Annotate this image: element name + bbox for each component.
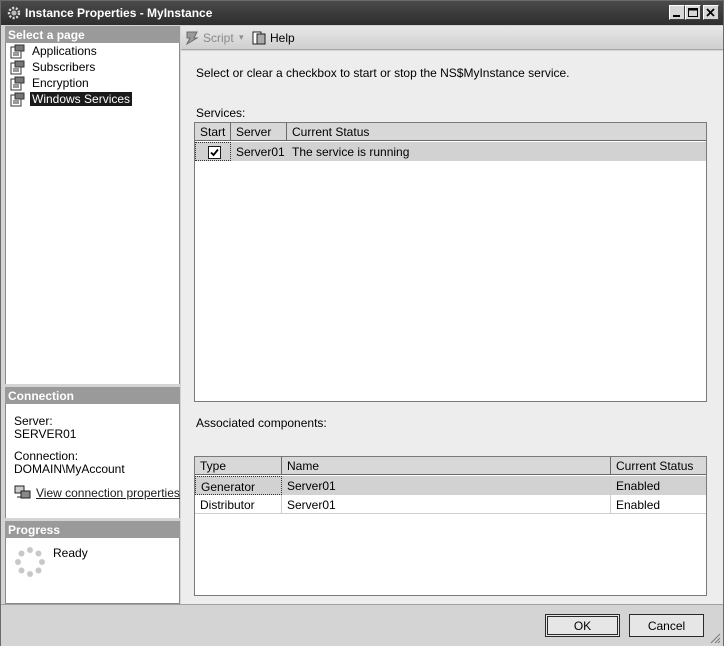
- components-grid[interactable]: Type Name Current Status Generator Serve…: [194, 456, 707, 596]
- page-icon: [10, 76, 26, 91]
- progress-spinner-icon: [14, 546, 46, 578]
- services-grid-header: Start Server Current Status: [195, 123, 706, 141]
- components-label: Associated components:: [196, 416, 327, 430]
- table-row[interactable]: Distributor Server01 Enabled: [195, 495, 706, 514]
- right-pane: Script ▾ Help Select or clear a checkbox…: [181, 26, 723, 604]
- table-row[interactable]: Server01 The service is running: [195, 142, 706, 161]
- button-bar: OK Cancel: [1, 604, 723, 646]
- status-cell: The service is running: [292, 145, 410, 159]
- status-cell: Enabled: [616, 479, 661, 493]
- page-item-label: Applications: [32, 44, 97, 58]
- chevron-down-icon: ▾: [239, 32, 244, 42]
- instruction-text: Select or clear a checkbox to start or s…: [196, 66, 570, 80]
- progress-status: Ready: [53, 546, 88, 560]
- close-button[interactable]: [703, 5, 719, 20]
- server-value: SERVER01: [14, 427, 77, 441]
- help-button[interactable]: Help: [251, 30, 301, 46]
- page-item-label: Encryption: [32, 76, 89, 90]
- services-grid[interactable]: Start Server Current Status Server01 The…: [194, 122, 707, 402]
- page-icon: [10, 60, 26, 75]
- progress-header: Progress: [5, 521, 180, 538]
- services-label: Services:: [196, 106, 246, 120]
- resize-grip-icon[interactable]: [709, 632, 721, 644]
- table-row[interactable]: Generator Server01 Enabled: [195, 476, 706, 495]
- start-checkbox[interactable]: [208, 146, 221, 159]
- page-item-label: Windows Services: [30, 92, 133, 106]
- name-cell: Server01: [282, 476, 611, 495]
- view-connection-properties-link[interactable]: View connection properties: [36, 486, 180, 500]
- cancel-button[interactable]: Cancel: [629, 614, 704, 637]
- column-header-current-status[interactable]: Current Status: [287, 123, 706, 141]
- start-cell[interactable]: [195, 142, 231, 161]
- column-header-name[interactable]: Name: [282, 457, 611, 475]
- connection-label: Connection:: [14, 449, 79, 463]
- page-list: Applications Subscribers Encryption Wind…: [5, 43, 180, 384]
- window-title: Instance Properties - MyInstance: [25, 6, 213, 20]
- connection-value: DOMAIN\MyAccount: [14, 462, 125, 476]
- server-label: Server:: [14, 414, 53, 428]
- content-area: Select or clear a checkbox to start or s…: [181, 51, 723, 604]
- help-label: Help: [270, 31, 295, 45]
- column-header-current-status[interactable]: Current Status: [611, 457, 706, 475]
- components-grid-header: Type Name Current Status: [195, 457, 706, 475]
- column-header-server[interactable]: Server: [231, 123, 287, 141]
- gear-icon: [6, 5, 22, 21]
- column-header-start[interactable]: Start: [195, 123, 231, 141]
- progress-panel: Ready: [5, 538, 180, 604]
- title-bar[interactable]: Instance Properties - MyInstance: [1, 1, 723, 25]
- toolbar: Script ▾ Help: [181, 26, 723, 50]
- ok-button[interactable]: OK: [545, 614, 620, 637]
- left-pane: Select a page Applications Subscribers E…: [5, 26, 180, 604]
- page-icon: [10, 44, 26, 59]
- page-item-label: Subscribers: [32, 60, 96, 74]
- maximize-button[interactable]: [685, 5, 701, 20]
- type-cell: Generator: [195, 476, 282, 495]
- script-button[interactable]: Script ▾: [184, 30, 244, 46]
- page-icon: [10, 92, 26, 107]
- server-cell: Server01: [236, 145, 285, 159]
- minimize-button[interactable]: [669, 5, 685, 20]
- connection-header: Connection: [5, 387, 180, 404]
- select-page-header: Select a page: [5, 26, 180, 43]
- type-cell: Distributor: [195, 495, 282, 514]
- dialog-window: Instance Properties - MyInstance Select …: [0, 0, 724, 646]
- network-icon: [14, 485, 32, 501]
- connection-panel: Server: SERVER01 Connection: DOMAIN\MyAc…: [5, 404, 180, 518]
- script-label: Script: [203, 31, 234, 45]
- column-header-type[interactable]: Type: [195, 457, 282, 475]
- name-cell: Server01: [282, 495, 611, 514]
- status-cell: Enabled: [616, 498, 661, 512]
